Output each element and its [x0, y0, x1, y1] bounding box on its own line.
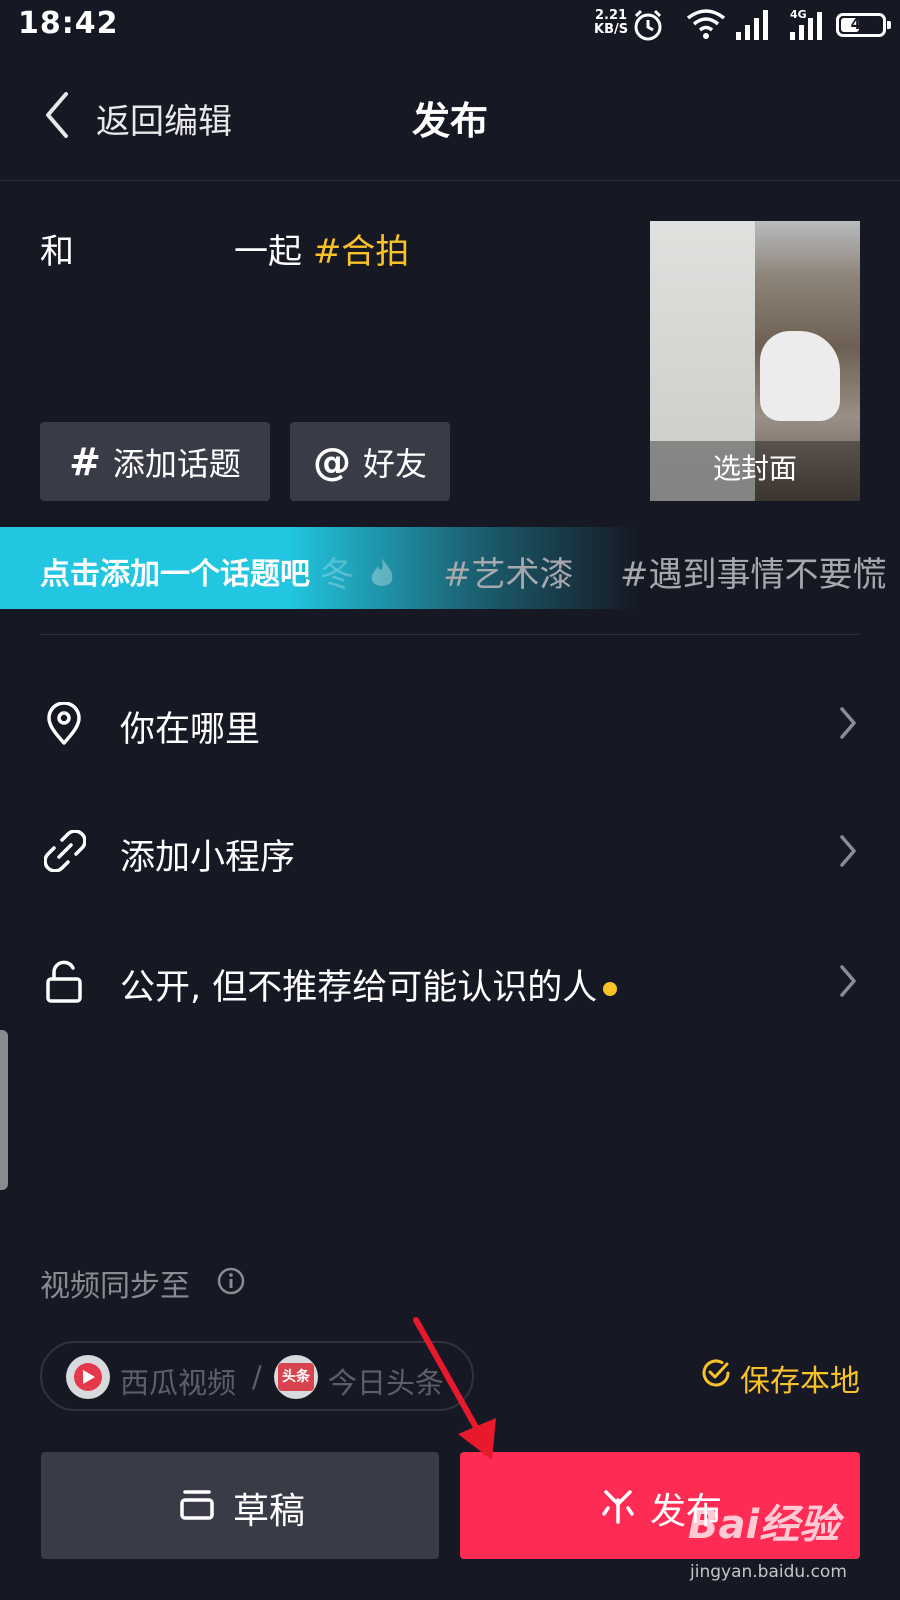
- draft-box-icon: [180, 1490, 214, 1520]
- privacy-row[interactable]: 公开, 但不推荐给可能认识的人: [0, 926, 900, 1036]
- signal-icon: [736, 10, 768, 40]
- at-icon: @: [312, 439, 351, 484]
- mention-friend-label: 好友: [362, 444, 427, 483]
- location-row[interactable]: 你在哪里: [0, 667, 900, 777]
- caption-prefix: 和: [40, 232, 74, 272]
- cover-thumbnail[interactable]: 选封面: [650, 221, 860, 501]
- draft-label: 草稿: [233, 1491, 306, 1532]
- watermark-logo: Bai经验: [688, 1502, 840, 1548]
- toutiao-logo-icon: 头条: [274, 1355, 318, 1399]
- privacy-label: 公开, 但不推荐给可能认识的人: [120, 959, 618, 1010]
- sync-to-label: 视频同步至: [40, 1269, 190, 1304]
- new-indicator-dot: [603, 982, 618, 996]
- alarm-icon: [634, 9, 662, 41]
- topic-hint: 点击添加一个话题吧: [40, 557, 310, 592]
- baidu-jingyan-watermark: Bai经验 jingyan.baidu.com: [668, 1492, 900, 1600]
- signal-4g-icon: [790, 12, 822, 40]
- caption-input[interactable]: 和 一起 #合拍: [40, 224, 409, 273]
- location-label: 你在哪里: [120, 710, 261, 750]
- unlock-icon: [46, 960, 82, 1003]
- chevron-right-icon: [840, 835, 856, 867]
- caption-middle: 一起: [234, 232, 302, 272]
- mini-program-link-icon: [44, 830, 86, 872]
- select-cover-label[interactable]: 选封面: [650, 447, 860, 487]
- cover-image-person: [760, 331, 840, 421]
- fire-icon: [371, 558, 393, 586]
- status-bar: 18:42 2.21 KB/S 4G 41: [0, 0, 900, 52]
- draft-button[interactable]: 草稿: [41, 1452, 439, 1559]
- mention-friend-button[interactable]: @ 好友: [290, 422, 450, 501]
- page-title: 发布: [411, 99, 488, 143]
- topic-suggestion-faded[interactable]: 冬: [320, 547, 354, 596]
- info-icon[interactable]: [216, 1266, 246, 1296]
- watermark-url: jingyan.baidu.com: [690, 1562, 847, 1582]
- caption-hashtag[interactable]: #合拍: [313, 232, 410, 272]
- check-circle-icon: [702, 1359, 730, 1387]
- hashtag-icon: #: [69, 439, 101, 484]
- sparkle-icon: [602, 1490, 634, 1524]
- add-topic-button[interactable]: # 添加话题: [40, 422, 270, 501]
- chevron-right-icon: [840, 707, 856, 739]
- topic-suggestion[interactable]: #艺术漆: [443, 547, 574, 596]
- mini-program-label: 添加小程序: [120, 838, 296, 878]
- location-pin-icon: [47, 702, 81, 745]
- topic-suggestion-bar[interactable]: 冬 点击添加一个话题吧 #艺术漆 #遇到事情不要慌: [0, 527, 900, 609]
- section-divider: [40, 634, 860, 635]
- annotation-arrow-icon: [413, 1317, 496, 1460]
- battery-level: 41: [850, 15, 872, 33]
- chevron-right-icon: [840, 965, 856, 997]
- sync-separator: /: [252, 1360, 262, 1394]
- network-speed: 2.21 KB/S: [594, 8, 629, 37]
- topic-suggestion[interactable]: #遇到事情不要慌: [620, 547, 887, 596]
- header-divider: [0, 180, 900, 181]
- side-drag-handle[interactable]: [0, 1030, 8, 1190]
- xigua-logo-icon: [66, 1355, 110, 1399]
- add-topic-label: 添加话题: [112, 444, 241, 483]
- save-local-toggle[interactable]: 保存本地: [740, 1356, 860, 1400]
- battery-icon: 41: [836, 13, 891, 37]
- mini-program-row[interactable]: 添加小程序: [0, 796, 900, 906]
- wifi-icon: [686, 9, 726, 39]
- xigua-video-label: 西瓜视频: [120, 1366, 237, 1400]
- status-time: 18:42: [18, 6, 119, 41]
